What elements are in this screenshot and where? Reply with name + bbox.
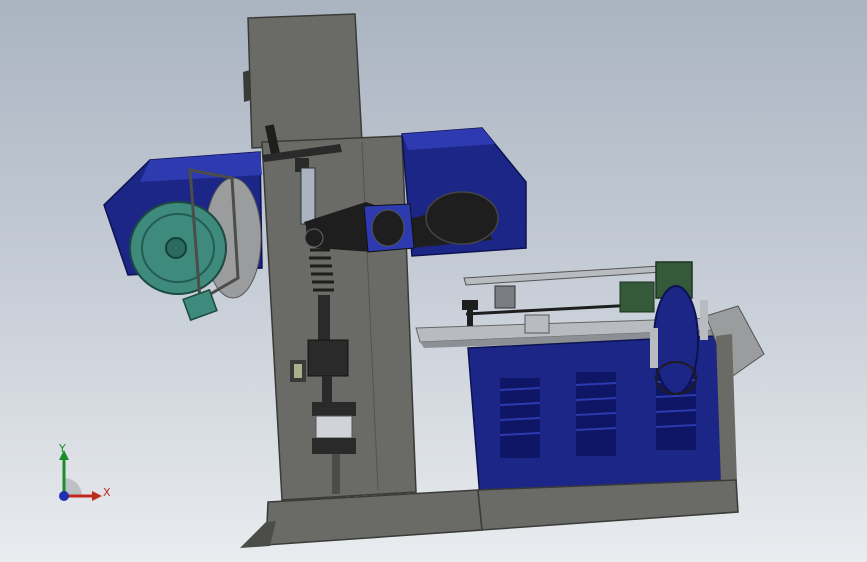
y-axis-label: Y <box>59 442 66 455</box>
x-axis-label: X <box>103 486 111 499</box>
machine-3d-model[interactable] <box>0 0 867 562</box>
cad-viewport[interactable]: Y X <box>0 0 867 562</box>
z-axis-dot <box>59 491 69 501</box>
